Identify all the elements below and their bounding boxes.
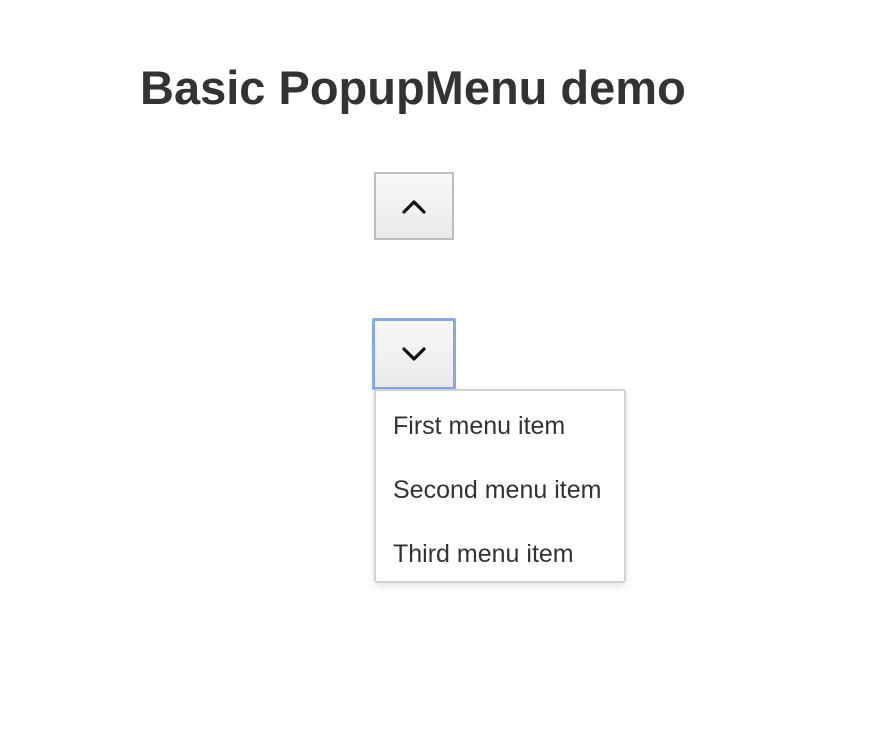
popup-down-button[interactable]: [372, 318, 456, 390]
chevron-up-icon: [401, 197, 427, 215]
menu-item-first[interactable]: First menu item: [376, 394, 624, 458]
menu-item-third[interactable]: Third menu item: [376, 522, 624, 586]
popup-menu: First menu item Second menu item Third m…: [374, 389, 626, 583]
page-title: Basic PopupMenu demo: [140, 61, 686, 114]
page: Basic PopupMenu demo First menu item Sec…: [0, 0, 880, 748]
menu-item-second[interactable]: Second menu item: [376, 458, 624, 522]
chevron-down-icon: [401, 345, 427, 363]
popup-up-button[interactable]: [374, 172, 454, 240]
